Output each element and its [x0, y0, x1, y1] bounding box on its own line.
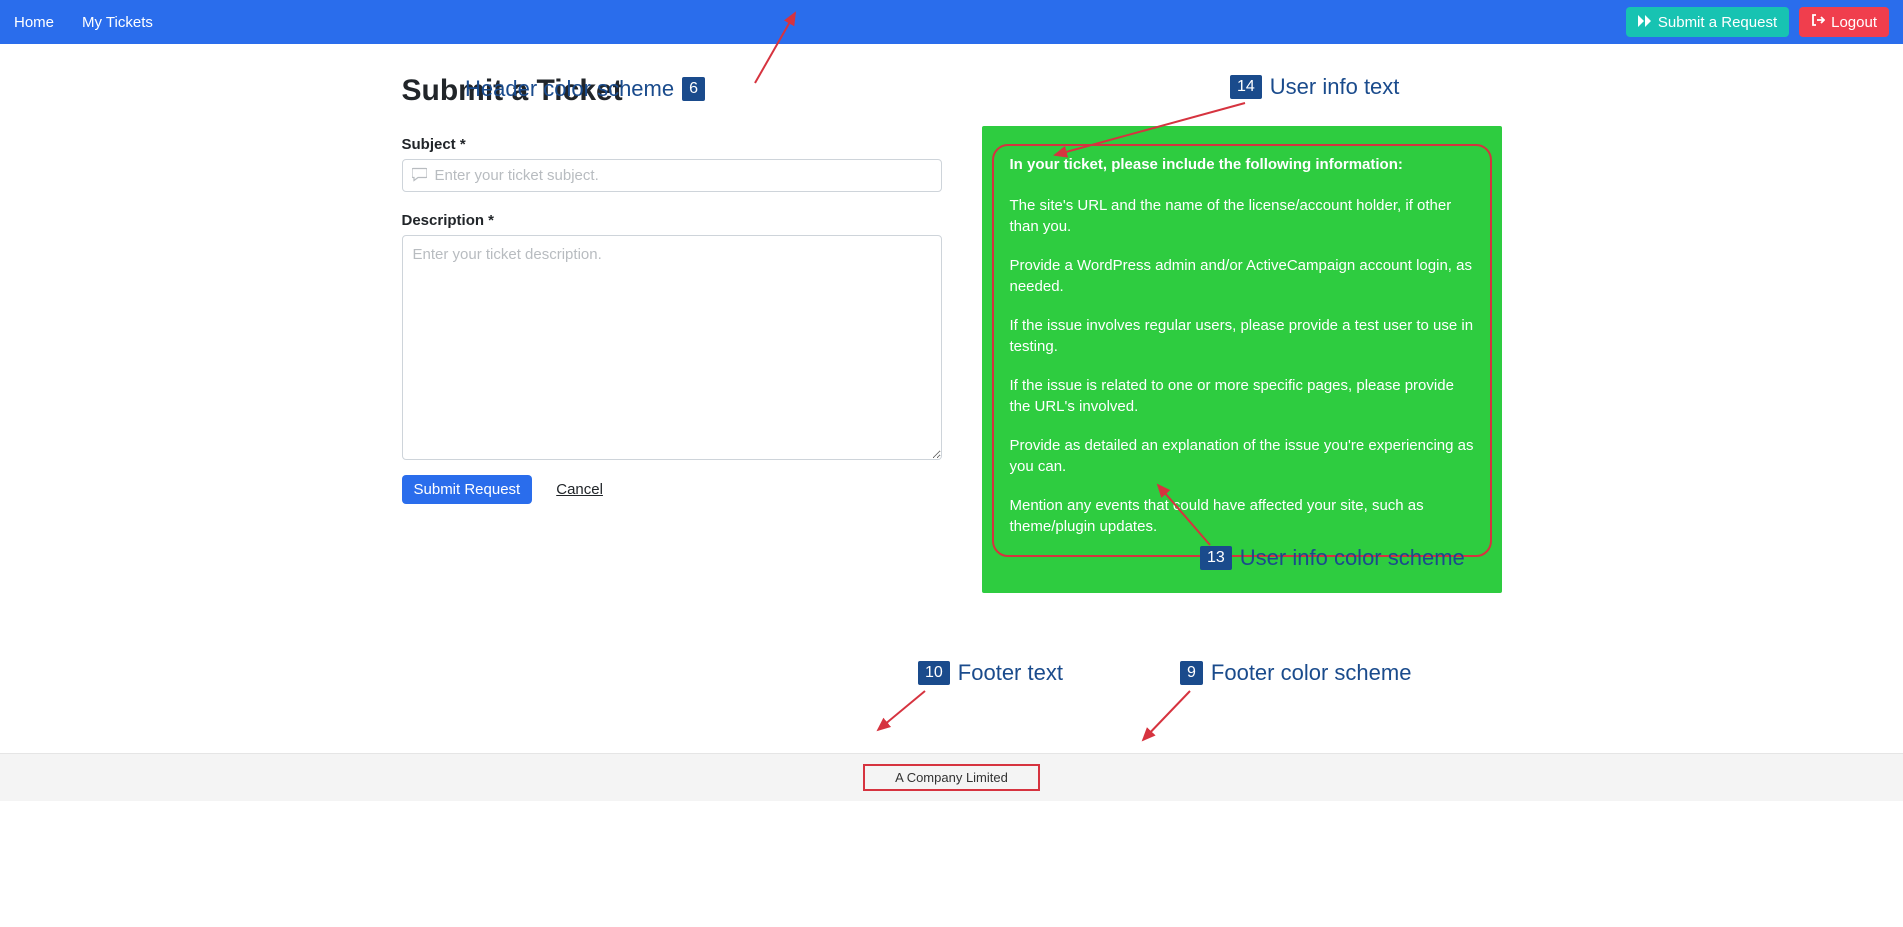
fast-forward-icon — [1638, 14, 1652, 31]
arrow-icon — [870, 688, 940, 738]
annotation-badge: 9 — [1180, 661, 1203, 685]
info-column: In your ticket, please include the follo… — [982, 136, 1502, 593]
form-column: Subject * Description * Submit Request C… — [402, 136, 942, 593]
cancel-link[interactable]: Cancel — [556, 481, 603, 498]
info-item: The site's URL and the name of the licen… — [1010, 195, 1474, 237]
logout-button[interactable]: Logout — [1799, 7, 1889, 37]
logout-icon — [1811, 13, 1825, 31]
footer: A Company Limited — [0, 753, 1903, 801]
logout-label: Logout — [1831, 14, 1877, 31]
arrow-icon — [1135, 688, 1205, 748]
subject-label: Subject * — [402, 136, 942, 153]
description-textarea[interactable] — [402, 235, 942, 460]
description-label: Description * — [402, 212, 942, 229]
info-title: In your ticket, please include the follo… — [1010, 156, 1474, 173]
page-title: Submit a Ticket — [402, 74, 1502, 108]
footer-text: A Company Limited — [863, 764, 1040, 791]
info-panel-inner: In your ticket, please include the follo… — [992, 144, 1492, 557]
submit-request-label: Submit a Request — [1658, 14, 1777, 31]
info-item: Provide a WordPress admin and/or ActiveC… — [1010, 255, 1474, 297]
info-panel: In your ticket, please include the follo… — [982, 126, 1502, 593]
comment-icon — [412, 167, 427, 184]
header-actions: Submit a Request Logout — [1626, 7, 1889, 37]
annotation-label: Footer color scheme — [1211, 660, 1412, 686]
info-item: If the issue is related to one or more s… — [1010, 375, 1474, 417]
header-nav: Home My Tickets — [14, 14, 153, 31]
nav-mytickets[interactable]: My Tickets — [82, 14, 153, 31]
info-item: If the issue involves regular users, ple… — [1010, 315, 1474, 357]
info-item: Provide as detailed an explanation of th… — [1010, 435, 1474, 477]
nav-home[interactable]: Home — [14, 14, 54, 31]
annotation-label: Footer text — [958, 660, 1063, 686]
subject-input[interactable] — [402, 159, 942, 192]
info-item: Mention any events that could have affec… — [1010, 495, 1474, 537]
main-container: Submit a Ticket Subject * Description * … — [402, 44, 1502, 593]
annotation-10: 10 Footer text — [918, 660, 1063, 686]
submit-request-button[interactable]: Submit a Request — [1626, 7, 1789, 37]
annotation-9: 9 Footer color scheme — [1180, 660, 1411, 686]
annotation-badge: 10 — [918, 661, 950, 685]
header-bar: Home My Tickets Submit a Request Logout — [0, 0, 1903, 44]
submit-button[interactable]: Submit Request — [402, 475, 533, 504]
